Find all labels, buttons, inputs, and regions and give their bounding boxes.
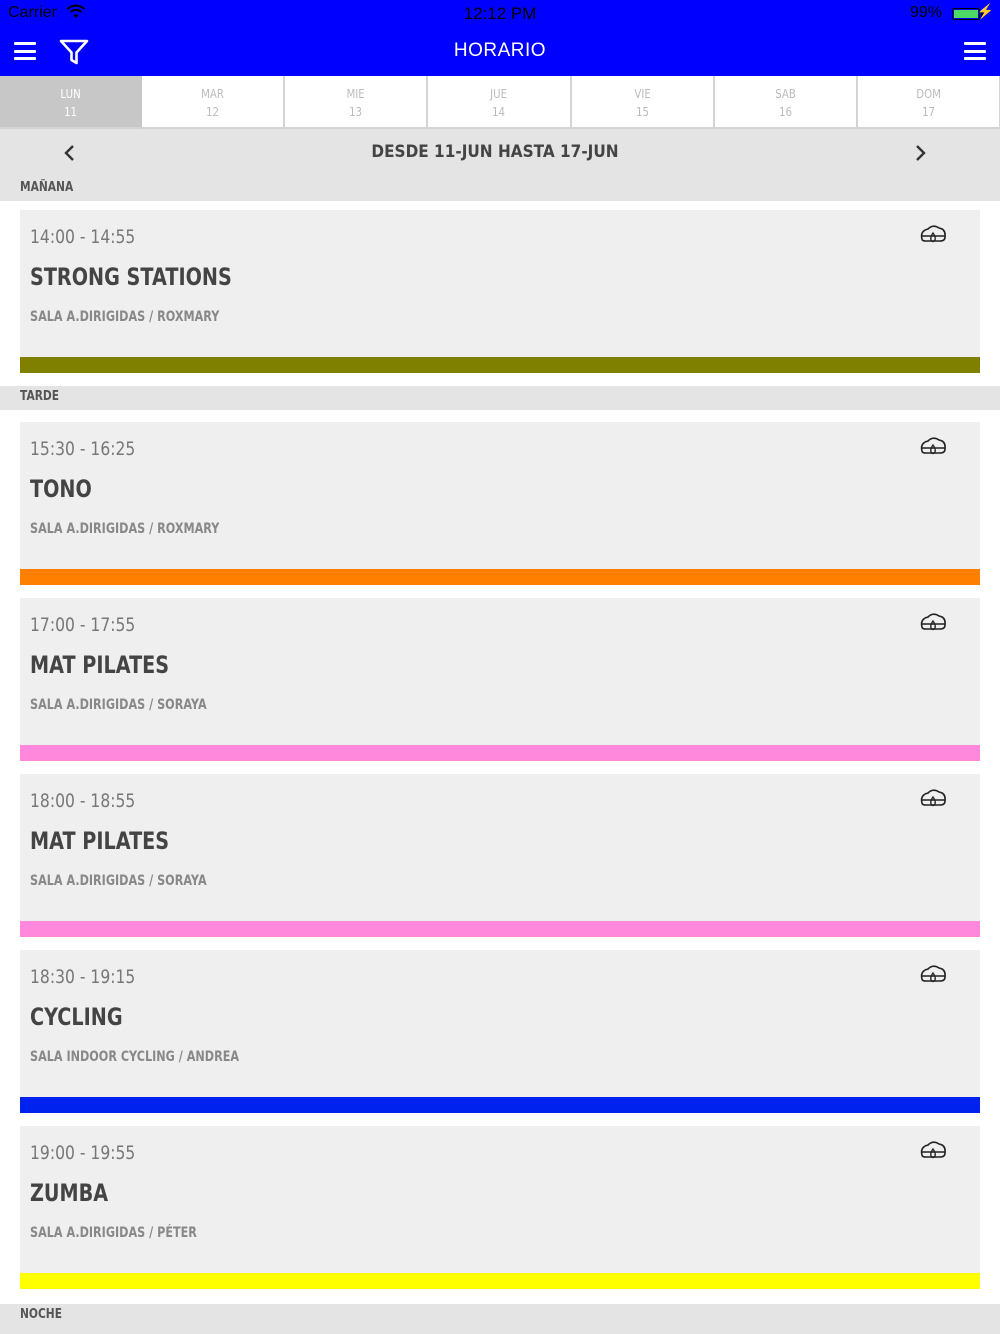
cloud-drop-icon (918, 612, 948, 636)
chevron-right-icon[interactable] (908, 141, 932, 165)
tab-day-tue[interactable]: MAR 12 (142, 76, 286, 129)
week-range-bar: DESDE 11-JUN HASTA 17-JUN (0, 129, 1000, 177)
class-name: MAT PILATES (30, 651, 170, 679)
class-time: 18:30 - 19:15 (30, 966, 136, 988)
class-color-bar (20, 1097, 980, 1113)
cloud-drop-icon (918, 224, 948, 248)
class-room-instructor: SALA A.DIRIGIDAS / ROXMARY (30, 521, 220, 537)
charging-icon: ⚡ (976, 3, 994, 19)
cloud-drop-icon (918, 1140, 948, 1164)
tab-day-sat[interactable]: SAB 16 (714, 76, 858, 129)
menu-right-button[interactable] (964, 42, 986, 60)
class-color-bar (20, 569, 980, 585)
class-card[interactable]: 14:00 - 14:55 STRONG STATIONS SALA A.DIRIG… (20, 210, 980, 373)
class-card[interactable]: 15:30 - 16:25 TONO SALA A.DIRIGIDAS / ROXM… (20, 422, 980, 585)
cloud-drop-icon (918, 436, 948, 460)
class-time: 19:00 - 19:55 (30, 1142, 136, 1164)
class-card[interactable]: 17:00 - 17:55 MAT PILATES SALA A.DIRIGIDAS… (20, 598, 980, 761)
tab-day-sun[interactable]: DOM 17 (857, 76, 1000, 129)
day-tabs: LUN 11 MAR 12 MIE 13 JUE 14 VIE 15 SAB 16 DOM 1… (0, 76, 1000, 129)
section-header-afternoon: TARDE (0, 386, 1000, 410)
tab-day-wed[interactable]: MIE 13 (285, 76, 429, 129)
class-color-bar (20, 745, 980, 761)
class-room-instructor: SALA A.DIRIGIDAS / PÉTER (30, 1225, 197, 1241)
header-bar: Carrier 12:12 PM 99% ⚡ HORARIO (0, 0, 1000, 76)
section-header-night: NOCHE (0, 1304, 1000, 1334)
week-range-label: DESDE 11-JUN HASTA 17-JUN (371, 142, 619, 162)
menu-left-button[interactable] (14, 42, 36, 60)
class-time: 15:30 - 16:25 (30, 438, 136, 460)
class-name: ZUMBA (30, 1179, 109, 1207)
class-time: 18:00 - 18:55 (30, 790, 136, 812)
class-card[interactable]: 19:00 - 19:55 ZUMBA SALA A.DIRIGIDAS / PÉT… (20, 1126, 980, 1289)
tab-day-fri[interactable]: VIE 15 (571, 76, 715, 129)
class-card[interactable]: 18:00 - 18:55 MAT PILATES SALA A.DIRIGIDAS… (20, 774, 980, 937)
class-room-instructor: SALA A.DIRIGIDAS / SORAYA (30, 873, 207, 889)
tab-day-thu[interactable]: JUE 14 (428, 76, 572, 129)
tab-day-mon[interactable]: LUN 11 (0, 76, 143, 129)
class-room-instructor: SALA INDOOR CYCLING / ANDREA (30, 1049, 240, 1065)
cloud-drop-icon (918, 964, 948, 988)
class-time: 14:00 - 14:55 (30, 226, 136, 248)
status-bar: Carrier 12:12 PM 99% ⚡ (0, 0, 1000, 28)
class-room-instructor: SALA A.DIRIGIDAS / SORAYA (30, 697, 207, 713)
page-title: HORARIO (453, 40, 547, 61)
class-color-bar (20, 357, 980, 373)
class-room-instructor: SALA A.DIRIGIDAS / ROXMARY (30, 309, 220, 325)
class-time: 17:00 - 17:55 (30, 614, 136, 636)
battery-percent: 99% (909, 4, 942, 21)
section-header-morning: MAÑANA (0, 177, 1000, 201)
class-name: MAT PILATES (30, 827, 170, 855)
class-card[interactable]: 18:30 - 19:15 CYCLING SALA INDOOR CYCLING … (20, 950, 980, 1113)
class-color-bar (20, 921, 980, 937)
status-time: 12:12 PM (463, 4, 537, 23)
filter-icon[interactable] (58, 38, 90, 66)
cloud-drop-icon (918, 788, 948, 812)
class-name: TONO (30, 475, 92, 503)
class-color-bar (20, 1273, 980, 1289)
class-name: CYCLING (30, 1003, 123, 1031)
class-name: STRONG STATIONS (30, 263, 232, 291)
